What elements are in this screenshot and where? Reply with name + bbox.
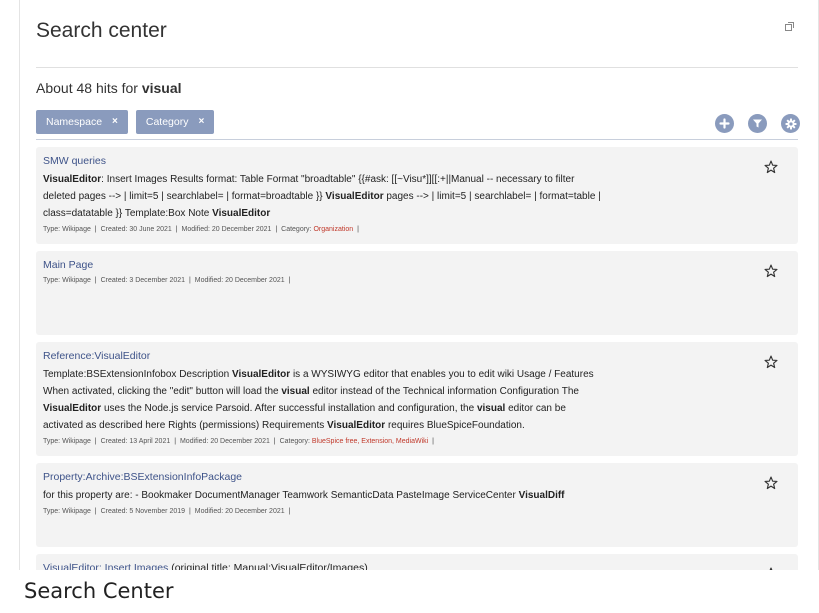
meta-field: Type: Wikipage bbox=[43, 508, 91, 515]
star-icon[interactable] bbox=[764, 567, 778, 570]
result-item: Main Page Type: Wikipage | Created: 3 Dec… bbox=[36, 251, 798, 335]
snippet-highlight: VisualEditor bbox=[327, 420, 386, 431]
result-title-text: VisualEditor: Insert Images bbox=[43, 562, 169, 570]
result-snippet: Template:BSExtensionInfobox Description … bbox=[43, 366, 608, 434]
meta-separator: | bbox=[187, 277, 193, 284]
gear-icon bbox=[785, 118, 796, 129]
filter-chip-category[interactable]: Category × bbox=[135, 110, 215, 134]
result-title-link[interactable]: Main Page bbox=[43, 259, 758, 271]
result-meta: Type: Wikipage | Created: 5 November 201… bbox=[43, 506, 758, 518]
result-snippet: VisualEditor: Insert Images Results form… bbox=[43, 171, 608, 222]
snippet-highlight: VisualEditor bbox=[212, 208, 271, 219]
result-title-link[interactable]: SMW queries bbox=[43, 155, 758, 167]
meta-field: Modified: 20 December 2021 bbox=[194, 508, 285, 515]
filter-chip-label: Category bbox=[145, 116, 189, 128]
result-title-text: SMW queries bbox=[43, 155, 107, 167]
result-item: SMW queries VisualEditor: Insert Images R… bbox=[36, 147, 798, 244]
snippet-highlight: visual bbox=[476, 403, 506, 414]
result-title-link[interactable]: Property:Archive:BSExtensionInfoPackage bbox=[43, 471, 758, 483]
meta-separator: | bbox=[286, 277, 291, 284]
result-snippet: for this property are: - Bookmaker Docum… bbox=[43, 487, 608, 504]
result-title-link[interactable]: VisualEditor: Insert Images (original ti… bbox=[43, 562, 758, 570]
plus-circle-icon bbox=[719, 118, 730, 129]
settings-button[interactable] bbox=[781, 114, 800, 133]
filter-chip-label: Namespace bbox=[46, 116, 103, 128]
remove-filter-icon[interactable]: × bbox=[112, 110, 118, 134]
meta-field: Modified: 20 December 2021 bbox=[181, 226, 272, 233]
meta-field: Modified: 20 December 2021 bbox=[194, 277, 285, 284]
snippet-highlight: visual bbox=[281, 386, 310, 397]
page-caption: Search Center bbox=[24, 579, 174, 603]
snippet-highlight: VisualEditor bbox=[232, 369, 291, 380]
meta-separator: | bbox=[92, 508, 99, 515]
result-title-text: Main Page bbox=[43, 259, 94, 271]
meta-separator: | bbox=[286, 508, 291, 515]
meta-field: Type: Wikipage bbox=[43, 277, 91, 284]
filter-chip-namespace[interactable]: Namespace × bbox=[36, 110, 128, 134]
snippet-highlight: VisualEditor bbox=[43, 403, 102, 414]
category-link[interactable]: Organization bbox=[313, 226, 353, 233]
result-meta: Type: Wikipage | Created: 30 June 2021 |… bbox=[43, 224, 758, 236]
meta-field: Created: 13 April 2021 bbox=[100, 438, 171, 445]
snippet-highlight: VisualEditor bbox=[43, 174, 102, 185]
meta-separator: | bbox=[430, 438, 434, 445]
meta-separator: | bbox=[187, 508, 193, 515]
result-item: Property:Archive:BSExtensionInfoPackage f… bbox=[36, 463, 798, 547]
meta-field: Type: Wikipage bbox=[43, 226, 91, 233]
meta-separator: | bbox=[172, 438, 178, 445]
meta-field: Modified: 20 December 2021 bbox=[179, 438, 270, 445]
star-icon[interactable] bbox=[764, 264, 778, 278]
meta-field: Category: bbox=[281, 226, 314, 233]
snippet-text: for this property are: - Bookmaker Docum… bbox=[43, 490, 519, 501]
result-title-link[interactable]: Reference:VisualEditor bbox=[43, 350, 758, 362]
meta-field: Created: 5 November 2019 bbox=[100, 508, 186, 515]
toolbar-divider bbox=[36, 139, 798, 140]
meta-field: Category: bbox=[279, 438, 312, 445]
result-meta: Type: Wikipage | Created: 3 December 202… bbox=[43, 275, 758, 287]
search-center-panel: Search center About 48 hits for visual N… bbox=[19, 0, 819, 570]
hits-query: visual bbox=[141, 80, 182, 96]
meta-field: Created: 30 June 2021 bbox=[100, 226, 172, 233]
meta-separator: | bbox=[273, 226, 280, 233]
search-tools bbox=[715, 114, 800, 133]
meta-field: Created: 3 December 2021 bbox=[100, 277, 186, 284]
expand-icon[interactable] bbox=[785, 22, 794, 31]
result-title-text: Reference:VisualEditor bbox=[43, 350, 151, 362]
result-title-text: Property:Archive:BSExtensionInfoPackage bbox=[43, 471, 243, 483]
category-link[interactable]: BlueSpice free, Extension, MediaWiki bbox=[312, 438, 428, 445]
filter-chips: Namespace × Category × bbox=[36, 110, 215, 134]
results-list: SMW queries VisualEditor: Insert Images R… bbox=[36, 147, 798, 570]
remove-filter-icon[interactable]: × bbox=[198, 110, 204, 134]
snippet-highlight: VisualEditor bbox=[325, 191, 384, 202]
star-icon[interactable] bbox=[764, 160, 778, 174]
star-icon[interactable] bbox=[764, 355, 778, 369]
meta-separator: | bbox=[92, 277, 99, 284]
meta-separator: | bbox=[173, 226, 180, 233]
panel-title: Search center bbox=[36, 19, 167, 42]
result-item: VisualEditor: Insert Images (original ti… bbox=[36, 554, 798, 570]
filter-button[interactable] bbox=[748, 114, 767, 133]
hits-prefix: About 48 hits for bbox=[36, 80, 142, 96]
snippet-text: requires BlueSpiceFoundation. bbox=[385, 420, 525, 431]
snippet-highlight: VisualDiff bbox=[518, 490, 565, 501]
meta-separator: | bbox=[92, 438, 99, 445]
snippet-text: editor instead of the Technical informat… bbox=[309, 386, 579, 397]
meta-separator: | bbox=[92, 226, 99, 233]
meta-field: Type: Wikipage bbox=[43, 438, 91, 445]
star-icon[interactable] bbox=[764, 476, 778, 490]
title-divider bbox=[36, 67, 798, 68]
add-button[interactable] bbox=[715, 114, 734, 133]
meta-separator: | bbox=[355, 226, 359, 233]
hits-summary: About 48 hits for visual bbox=[36, 80, 182, 96]
result-title-suffix: (original title: Manual:VisualEditor/Ima… bbox=[168, 562, 368, 570]
result-item: Reference:VisualEditor Template:BSExtensi… bbox=[36, 342, 798, 456]
meta-separator: | bbox=[271, 438, 278, 445]
snippet-text: Template:BSExtensionInfobox Description bbox=[43, 369, 232, 380]
result-meta: Type: Wikipage | Created: 13 April 2021 … bbox=[43, 436, 758, 448]
snippet-text: uses the Node.js service Parsoid. After … bbox=[101, 403, 477, 414]
filter-icon bbox=[753, 119, 762, 128]
